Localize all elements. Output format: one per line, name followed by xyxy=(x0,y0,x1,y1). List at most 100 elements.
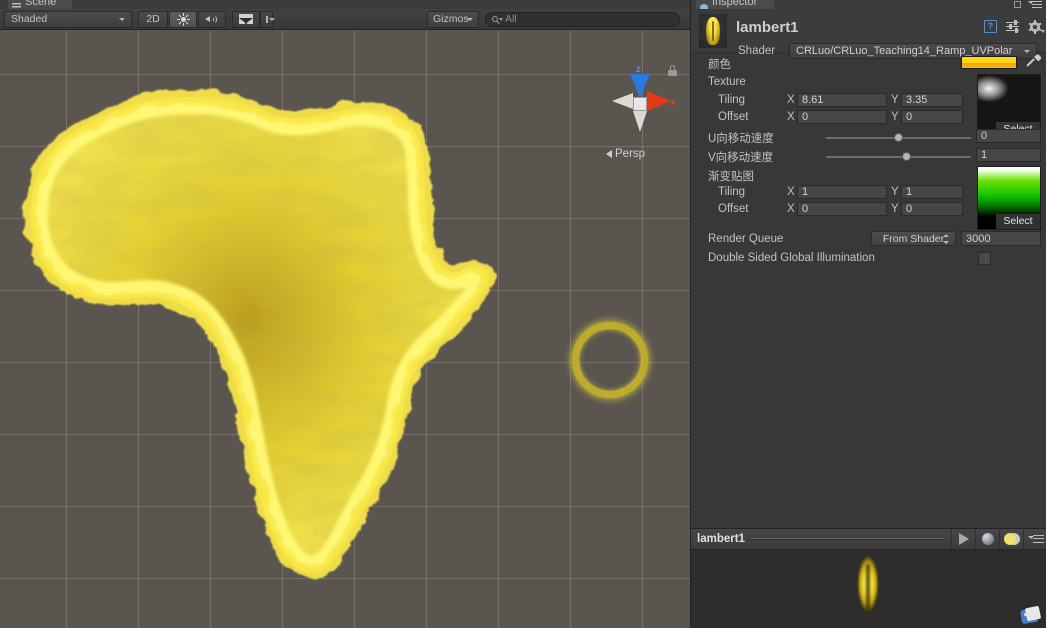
gizmos-dropdown[interactable]: Gizmos xyxy=(427,10,479,28)
toggle-2d-button[interactable]: 2D xyxy=(138,10,168,28)
u-speed-slider[interactable] xyxy=(826,133,971,142)
hamburger-menu-icon xyxy=(1027,534,1044,544)
u-speed-value[interactable]: 0 xyxy=(976,129,1041,143)
texture-tiling-y-field[interactable]: 3.35 xyxy=(901,93,963,107)
help-icon[interactable]: ? xyxy=(984,20,997,33)
preview-mesh-button[interactable] xyxy=(975,529,999,549)
torus-ring[interactable] xyxy=(572,322,648,398)
gizmo-negative-x-cone[interactable] xyxy=(612,93,633,109)
projection-mode-label: Persp xyxy=(615,148,646,160)
projection-mode-toggle[interactable]: Persp xyxy=(606,148,645,160)
preview-header: lambert1 xyxy=(691,529,1046,550)
lock-icon[interactable] xyxy=(668,65,677,76)
preset-icon[interactable] xyxy=(1006,20,1019,33)
tab-scene[interactable]: Scene xyxy=(8,0,72,9)
toggle-2d-label: 2D xyxy=(146,13,160,25)
audio-icon xyxy=(204,13,220,25)
scene-viewport[interactable]: z x Persp xyxy=(0,30,690,628)
preview-object xyxy=(851,556,885,618)
texture-offset-x-field[interactable]: 0 xyxy=(797,110,887,124)
chevron-down-icon xyxy=(467,17,473,21)
sphere-icon xyxy=(981,533,994,545)
scene-search-input[interactable]: All xyxy=(485,11,680,27)
texture-offset-y-axis: Y xyxy=(891,111,899,123)
preview-options-button[interactable] xyxy=(1023,529,1046,549)
scene-tabbar: Scene xyxy=(0,0,690,9)
ramp-tiling-x-field[interactable]: 1 xyxy=(797,185,887,199)
inspector-panel: Inspector lambert1 ? Shader CRLuo/CRLuo_… xyxy=(690,0,1046,628)
property-texture: Texture Select xyxy=(691,74,1046,138)
chevron-down-icon xyxy=(1024,50,1030,53)
preview-body[interactable] xyxy=(691,550,1046,628)
ramp-offset-row: Offset X 0 Y 0 xyxy=(691,201,1046,220)
u-speed-label: U向移动速度 xyxy=(708,133,774,145)
scene-toolbar: Shaded 2D Gizmos All xyxy=(0,9,690,30)
toggle-audio-button[interactable] xyxy=(198,10,226,28)
texture-offset-row: Offset X 0 Y 0 xyxy=(691,109,1046,128)
color-swatch[interactable] xyxy=(961,56,1017,69)
double-sided-gi-label: Double Sided Global Illumination xyxy=(708,252,875,264)
gear-icon[interactable] xyxy=(1028,19,1045,34)
v-speed-label: V向移动速度 xyxy=(708,152,774,164)
inspector-tab-label: Inspector xyxy=(712,0,758,8)
lighting-toggle-button[interactable] xyxy=(999,529,1023,549)
image-effects-icon xyxy=(239,14,253,24)
texture-tiling-x-axis: X xyxy=(787,94,795,106)
color-label: 颜色 xyxy=(708,59,731,71)
render-queue-mode-dropdown[interactable]: From Shader xyxy=(871,231,956,246)
toggle-lighting-button[interactable] xyxy=(169,10,197,28)
hamburger-menu-icon[interactable] xyxy=(1028,1,1042,8)
scene-panel: Scene Shaded 2D Gizmos All z x Persp xyxy=(0,0,690,628)
ramp-offset-x-field[interactable]: 0 xyxy=(797,202,887,216)
lock-icon[interactable] xyxy=(1014,1,1021,8)
render-queue-mode-value: From Shader xyxy=(882,233,945,245)
render-queue-value-field[interactable]: 3000 xyxy=(961,231,1041,246)
chevron-down-icon xyxy=(266,15,275,24)
ramp-tiling-y-field[interactable]: 1 xyxy=(901,185,963,199)
texture-tiling-label: Tiling xyxy=(718,94,746,106)
v-speed-value[interactable]: 1 xyxy=(976,148,1041,162)
property-render-queue: Render Queue From Shader 3000 xyxy=(691,230,1046,250)
ramp-tiling-y-axis: Y xyxy=(891,186,899,198)
effects-button[interactable] xyxy=(232,10,260,28)
v-speed-slider[interactable] xyxy=(826,152,971,161)
inspector-header-icons: ? xyxy=(984,19,1045,34)
property-color: 颜色 xyxy=(691,53,1046,74)
chevron-down-icon xyxy=(119,17,125,21)
property-ramp: 渐变贴图 Select xyxy=(691,166,1046,230)
draw-mode-dropdown[interactable]: Shaded xyxy=(4,10,132,28)
texture-offset-x-axis: X xyxy=(787,111,795,123)
texture-label: Texture xyxy=(708,76,746,88)
ramp-offset-y-field[interactable]: 0 xyxy=(901,202,963,216)
render-queue-label: Render Queue xyxy=(708,233,784,245)
property-u-speed: U向移动速度 0 xyxy=(691,128,1046,147)
texture-offset-label: Offset xyxy=(718,111,749,123)
double-sided-gi-checkbox[interactable] xyxy=(978,252,991,265)
tab-inspector[interactable]: Inspector xyxy=(696,0,774,9)
chevron-left-icon xyxy=(606,150,612,158)
play-button[interactable] xyxy=(951,529,975,549)
effects-dropdown-button[interactable] xyxy=(260,10,275,28)
texture-tiling-y-axis: Y xyxy=(891,94,899,106)
gizmo-x-label: x xyxy=(670,97,676,108)
tag-icon[interactable] xyxy=(1019,605,1042,625)
africa-mesh[interactable] xyxy=(18,82,498,582)
ramp-offset-y-axis: Y xyxy=(891,203,899,215)
texture-offset-y-field[interactable]: 0 xyxy=(901,110,963,124)
property-double-sided-gi: Double Sided Global Illumination xyxy=(691,250,1046,270)
draw-mode-label: Shaded xyxy=(11,13,48,25)
material-header: lambert1 ? Shader CRLuo/CRLuo_Teaching14… xyxy=(691,9,1046,59)
gizmo-negative-z-cone[interactable] xyxy=(633,111,647,132)
eyedropper-icon[interactable] xyxy=(1026,53,1042,70)
ramp-label: 渐变贴图 xyxy=(708,171,754,183)
preview-divider xyxy=(750,538,945,540)
gizmo-x-axis-cone[interactable] xyxy=(647,91,671,111)
gizmo-center-cube[interactable] xyxy=(633,97,647,111)
texture-tiling-x-field[interactable]: 8.61 xyxy=(797,93,887,107)
scene-search-placeholder: All xyxy=(505,13,517,25)
ramp-offset-label: Offset xyxy=(718,203,749,215)
ramp-tiling-x-axis: X xyxy=(787,186,795,198)
up-down-chevron-icon xyxy=(943,234,949,244)
search-icon xyxy=(492,16,498,22)
texture-tiling-row: Tiling X 8.61 Y 3.35 xyxy=(691,92,1046,109)
